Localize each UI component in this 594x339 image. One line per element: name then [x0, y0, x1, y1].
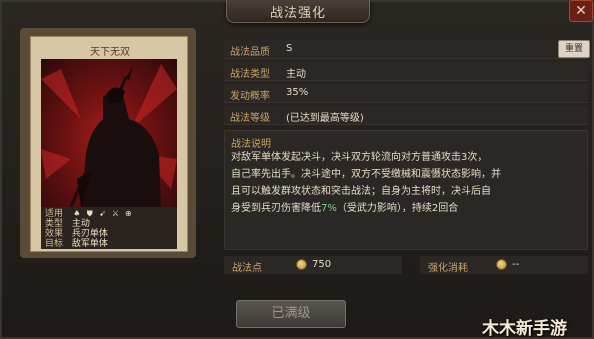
description-line-4-pre: 身受到兵刃伤害降低 — [231, 203, 321, 214]
damage-reduction-value: 7% — [321, 203, 337, 214]
card-name: 天下无双 — [90, 47, 130, 58]
rate-label: 发动概率 — [230, 91, 270, 102]
target-value: 敌军单体 — [71, 239, 108, 249]
type-key: 类型 — [45, 219, 64, 229]
level-label: 战法等级 — [230, 113, 270, 124]
consume-label: 强化消耗 — [428, 263, 468, 274]
window-title: 战法强化 — [226, 0, 370, 23]
max-level-button[interactable]: 已满级 — [236, 300, 346, 328]
target-key: 目标 — [45, 239, 64, 249]
description-text: 对敌军单体发起决斗，决斗双方轮流向对方普通攻击3次， 自己率先出手。决斗途中，双… — [231, 149, 583, 217]
type-detail-value: 主动 — [286, 69, 306, 80]
type-row: 类型 主动 — [41, 220, 177, 229]
quality-row: 战法品质 S — [224, 40, 588, 59]
description-line-4: 身受到兵刃伤害降低7%（受武力影响），持续2回合 — [231, 200, 583, 217]
close-icon: ✕ — [575, 3, 587, 19]
tactic-card: 天下无双 适用 ♠ ⛊ ➹ ⚔ ⊕ 类型 主动 效果 兵刃单体 目标 敌军单体 — [30, 36, 188, 252]
swords-icon: ⚔ — [111, 209, 120, 218]
rate-value: 35% — [286, 87, 309, 98]
target-row: 目标 敌军单体 — [41, 239, 177, 249]
warrior-silhouette — [41, 64, 177, 207]
description-line-2: 自己率先出手。决斗途中，双方不受缴械和震慑状态影响，并 — [231, 169, 501, 180]
effect-row: 效果 兵刃单体 — [41, 229, 177, 239]
coin-icon — [496, 259, 507, 270]
description-panel: 战法说明 对敌军单体发起决斗，决斗双方轮流向对方普通攻击3次， 自己率先出手。决… — [224, 130, 588, 250]
quality-value: S — [286, 43, 293, 54]
points-row: 战法点 750 — [224, 256, 402, 274]
description-line-3: 且可以触发群攻状态和突击战法；自身为主将时，决斗后自 — [231, 186, 491, 197]
type-detail-row: 战法类型 主动 — [224, 62, 588, 81]
siege-icon: ⊕ — [125, 209, 132, 218]
description-line-1: 对敌军单体发起决斗，决斗双方轮流向对方普通攻击3次， — [231, 152, 488, 163]
level-row: 战法等级 (已达到最高等级) — [224, 106, 588, 125]
type-value: 主动 — [71, 219, 90, 229]
description-title: 战法说明 — [231, 139, 271, 150]
consume-row: 强化消耗 -- — [420, 256, 588, 274]
description-line-4-post: （受武力影响），持续2回合 — [336, 203, 459, 214]
watermark: 木木新手游 — [482, 319, 567, 339]
consume-value: -- — [512, 259, 520, 270]
card-artwork — [41, 59, 177, 207]
level-value: (已达到最高等级) — [286, 113, 364, 124]
points-label: 战法点 — [232, 263, 262, 274]
effect-key: 效果 — [45, 229, 64, 239]
coin-icon — [296, 259, 307, 270]
card-info-panel: 适用 ♠ ⛊ ➹ ⚔ ⊕ 类型 主动 效果 兵刃单体 目标 敌军单体 — [41, 207, 177, 249]
close-button[interactable]: ✕ — [569, 0, 593, 22]
reset-button[interactable]: 重置 — [558, 40, 590, 58]
rate-row: 发动概率 35% — [224, 84, 588, 103]
points-value: 750 — [312, 259, 332, 270]
type-detail-label: 战法类型 — [230, 69, 270, 80]
quality-label: 战法品质 — [230, 47, 270, 58]
effect-value: 兵刃单体 — [71, 229, 108, 239]
bow-icon: ➹ — [99, 209, 106, 218]
